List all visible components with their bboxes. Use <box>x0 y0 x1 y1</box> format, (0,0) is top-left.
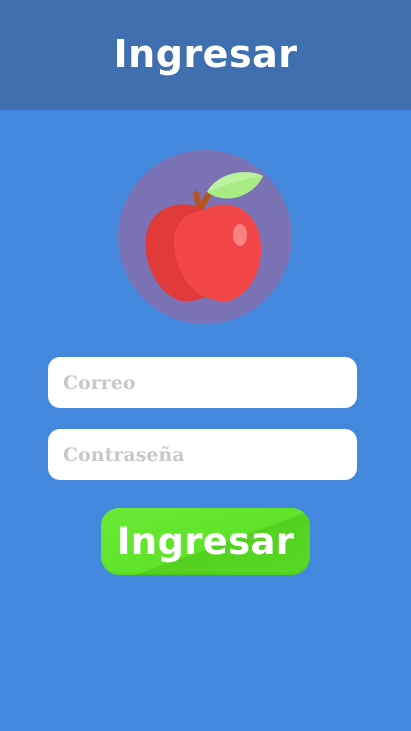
password-field[interactable] <box>48 429 357 480</box>
apple-icon <box>118 150 292 324</box>
email-field[interactable] <box>48 357 357 408</box>
header-bar: Ingresar <box>0 0 411 110</box>
login-button[interactable]: Ingresar <box>101 508 310 575</box>
page-title: Ingresar <box>113 32 298 76</box>
